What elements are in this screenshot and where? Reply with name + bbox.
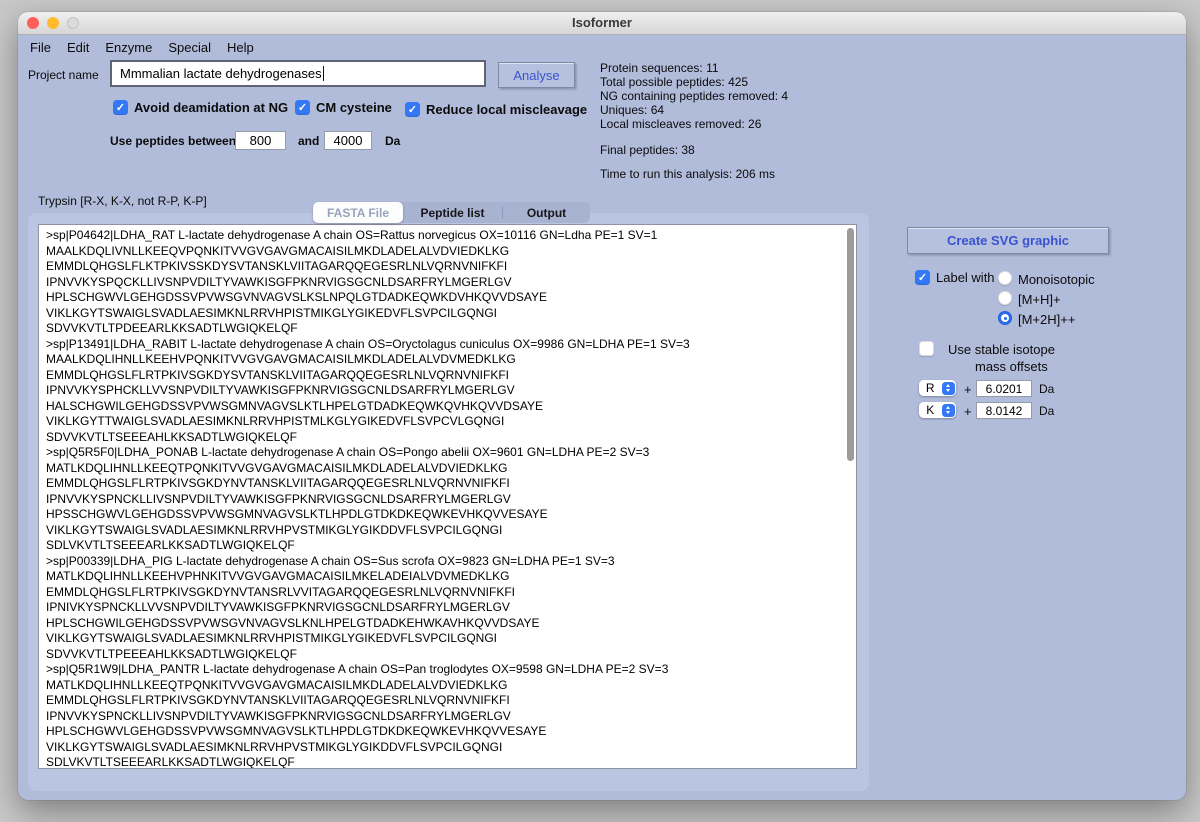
radio-m-plus-2h-label: [M+2H]++	[1018, 312, 1075, 327]
residue-k-popup[interactable]: K	[919, 402, 956, 418]
tab-fasta-file[interactable]: FASTA File	[313, 202, 403, 223]
menu-file[interactable]: File	[22, 40, 59, 55]
radio-m-plus-h-label: [M+H]+	[1018, 292, 1061, 307]
checkmark-icon: ✓	[918, 271, 927, 284]
r-offset-unit: Da	[1039, 382, 1054, 396]
reduce-miscleavage-label: Reduce local miscleavage	[426, 102, 587, 117]
min-mass-input[interactable]	[235, 131, 286, 150]
stat-protein-sequences: Protein sequences: 11	[600, 61, 788, 75]
reduce-miscleavage-checkbox[interactable]: ✓	[405, 102, 420, 117]
label-with-label: Label with	[936, 270, 995, 285]
menu-enzyme[interactable]: Enzyme	[97, 40, 160, 55]
analysis-stats: Protein sequences: 11 Total possible pep…	[600, 61, 788, 181]
minimize-button[interactable]	[47, 17, 59, 29]
avoid-deamidation-checkbox[interactable]: ✓	[113, 100, 128, 115]
avoid-deamidation-label: Avoid deamidation at NG	[134, 100, 288, 115]
create-svg-button[interactable]: Create SVG graphic	[907, 227, 1109, 254]
r-plus-sign: +	[964, 382, 972, 397]
tab-peptide-list[interactable]: Peptide list	[403, 202, 502, 223]
traffic-lights	[27, 17, 79, 29]
checkmark-icon: ✓	[408, 103, 417, 116]
project-name-input[interactable]: Mmmalian lactate dehydrogenases	[110, 60, 486, 87]
stat-ng-removed: NG containing peptides removed: 4	[600, 89, 788, 103]
close-button[interactable]	[27, 17, 39, 29]
stable-isotope-label-line2: mass offsets	[975, 359, 1048, 374]
menu-special[interactable]: Special	[160, 40, 219, 55]
fasta-content: >sp|P04642|LDHA_RAT L-lactate dehydrogen…	[39, 225, 856, 769]
app-window: Isoformer File Edit Enzyme Special Help …	[18, 12, 1186, 800]
stepper-icon	[942, 404, 955, 417]
tab-output[interactable]: Output	[503, 202, 590, 223]
fasta-textarea[interactable]: >sp|P04642|LDHA_RAT L-lactate dehydrogen…	[38, 224, 857, 769]
k-plus-sign: +	[964, 404, 972, 419]
checkmark-icon: ✓	[116, 101, 125, 114]
stat-final-peptides: Final peptides: 38	[600, 143, 788, 157]
residue-r-value: R	[919, 381, 942, 395]
radio-m-plus-h[interactable]	[998, 291, 1012, 305]
cm-cysteine-checkbox[interactable]: ✓	[295, 100, 310, 115]
stable-isotope-checkbox[interactable]	[919, 341, 934, 356]
project-name-label: Project name	[28, 68, 99, 82]
r-offset-input[interactable]	[976, 380, 1032, 397]
label-with-checkbox[interactable]: ✓	[915, 270, 930, 285]
scrollbar-thumb[interactable]	[847, 228, 854, 461]
stat-total-peptides: Total possible peptides: 425	[600, 75, 788, 89]
cm-cysteine-label: CM cysteine	[316, 100, 392, 115]
checkmark-icon: ✓	[298, 101, 307, 114]
residue-r-popup[interactable]: R	[919, 380, 956, 396]
range-conjunction-label: and	[298, 134, 319, 148]
menubar: File Edit Enzyme Special Help	[22, 37, 262, 58]
enzyme-description: Trypsin [R-X, K-X, not R-P, K-P]	[38, 194, 207, 208]
stat-miscleaves-removed: Local miscleaves removed: 26	[600, 117, 788, 131]
titlebar: Isoformer	[18, 12, 1186, 35]
stat-uniques: Uniques: 64	[600, 103, 788, 117]
window-title: Isoformer	[18, 12, 1186, 34]
peptide-range-label: Use peptides between	[110, 134, 236, 148]
max-mass-input[interactable]	[324, 131, 372, 150]
menu-help[interactable]: Help	[219, 40, 262, 55]
radio-m-plus-2h[interactable]	[998, 311, 1012, 325]
residue-k-value: K	[919, 403, 942, 417]
zoom-button[interactable]	[67, 17, 79, 29]
stable-isotope-label-line1: Use stable isotope	[948, 342, 1055, 357]
mass-unit-label: Da	[385, 134, 400, 148]
text-caret	[323, 66, 325, 81]
menu-edit[interactable]: Edit	[59, 40, 97, 55]
radio-monoisotopic[interactable]	[998, 271, 1012, 285]
stepper-icon	[942, 382, 955, 395]
project-name-value: Mmmalian lactate dehydrogenases	[120, 66, 322, 81]
analyse-button[interactable]: Analyse	[498, 62, 575, 88]
stat-analysis-time: Time to run this analysis: 206 ms	[600, 167, 788, 181]
k-offset-unit: Da	[1039, 404, 1054, 418]
k-offset-input[interactable]	[976, 402, 1032, 419]
view-tabs: FASTA File Peptide list Output	[313, 202, 590, 223]
radio-monoisotopic-label: Monoisotopic	[1018, 272, 1095, 287]
